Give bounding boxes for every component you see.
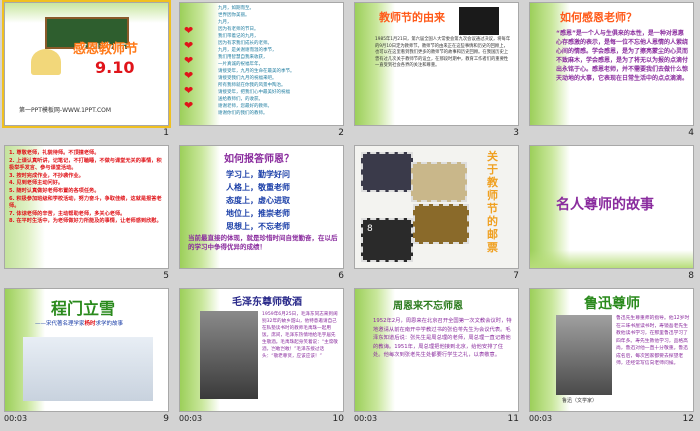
children-illustration [31,49,61,75]
slide-thumb-2[interactable]: ❤ ❤ ❤ ❤ ❤ ❤ 九月，如期而至。 世界因你美丽。 九月， 因为有老师的节日。 我们带着记的… [175,0,350,143]
slide-5[interactable]: 1. 尊敬老师，礼貌待师。不顶撞老师。 2. 上课认真听讲，记笔记，不打瞌睡，不做… [4,145,169,269]
slide-title: 周恩来不忘师恩 [393,301,463,312]
slide-thumb-6[interactable]: 如何报答师恩？ 学习上，勤学好问 人格上，敬重老师 态度上，虚心进取 地位上，推崇老师… [175,143,350,286]
stamp-image [361,152,413,192]
slide-body: “感恩”是一个人与生俱来的本性，是一种对恩惠心存感激的表示，是每一位不忘他人恩情… [556,30,689,82]
portrait-caption: 鲁迅（文学家） [562,398,598,404]
slide-number: 12 [682,414,694,424]
slide-number: 4 [688,128,694,138]
side-title: 关于教师节的邮票 [487,150,498,254]
slide-number: 9 [163,414,169,424]
slide-title: 鲁迅尊师 [584,296,640,312]
slide-number: 3 [513,128,519,138]
poem-text: 九月，如期而至。 世界因你美丽。 九月， 因为有老师的节日。 我们带着记的九月， 因为有求… [218,6,295,116]
slide-thumb-5[interactable]: 1. 尊敬老师，礼貌待师。不顶撞老师。 2. 上课认真听讲，记笔记，不打瞌睡，不做… [0,143,175,286]
slide-2[interactable]: ❤ ❤ ❤ ❤ ❤ ❤ 九月，如期而至。 世界因你美丽。 九月， 因为有老师的节日。 我们带着记的… [179,2,344,126]
slide-title: 名人尊师的故事 [556,197,654,213]
slide-thumb-1[interactable]: 感恩教师节 9.10 第一PPT模板网-WWW.1PPT.COM 1 [0,0,175,143]
slide-title: 如何感恩老师？ [560,11,637,24]
slide-subtitle: ——宋代著名理学家杨时求学的故事 [35,321,124,327]
tips-list: 1. 尊敬老师，礼貌待师。不顶撞老师。 2. 上课认真听讲，记笔记，不打瞌睡，不做… [9,150,162,225]
slide-footer: 第一PPT模板网-WWW.1PPT.COM [19,107,112,114]
slide-footer: 当前最直接的体现，就是珍惜时间自觉勤奋，在以后的学习中争得优异的成绩！ [188,234,338,251]
transition-time: 00:03 [354,414,378,423]
slide-thumb-4[interactable]: 如何感恩老师？ “感恩”是一个人与生俱来的本性，是一种对恩惠心存感激的表示，是每… [525,0,700,143]
slide-10[interactable]: 毛泽东尊师敬酒 1959年6月25日，毛泽东同志来到阔别32年的故乡韶山，他特意… [179,288,344,412]
photo-image [200,311,258,399]
slide-thumb-3[interactable]: 教师节的由来 1985年1月21日，第六届全国人大常委会第九次会议通过决议，将每… [350,0,525,143]
stamp-image [459,7,499,35]
transition-time: 00:03 [4,414,28,423]
slide-title: 感恩教师节 [73,42,139,57]
slide-number: 6 [338,271,344,281]
slide-thumb-11[interactable]: 周恩来不忘师恩 1952年2月，周恩来在北京召开全国第一次文教会议时，特地邀请从… [350,286,525,429]
slide-date: 9.10 [95,58,135,77]
slide-body: 1952年2月，周恩来在北京召开全国第一次文教会议时，特地邀请从前在南开中学教过… [373,318,512,358]
slide-thumb-9[interactable]: 程门立雪 ——宋代著名理学家杨时求学的故事 00:03 9 [0,286,175,429]
slide-title: 教师节的由来 [379,11,445,24]
slide-thumb-10[interactable]: 毛泽东尊师敬酒 1959年6月25日，毛泽东同志来到阔别32年的故乡韶山，他特意… [175,286,350,429]
slide-number: 1 [163,128,169,138]
slide-title: 如何报答师恩？ [224,154,294,165]
slide-thumb-7[interactable]: 8 关于教师节的邮票 7 [350,143,525,286]
slide-number: 8 [688,271,694,281]
slide-number: 11 [507,414,519,424]
slide-title: 程门立雪 [51,299,116,318]
slide-6[interactable]: 如何报答师恩？ 学习上，勤学好问 人格上，敬重老师 态度上，虚心进取 地位上，推崇老师… [179,145,344,269]
slide-4[interactable]: 如何感恩老师？ “感恩”是一个人与生俱来的本性，是一种对恩惠心存感激的表示，是每… [529,2,694,126]
slide-body: 1959年6月25日，毛泽东同志来到阔别32年的故乡韶山，他特意邀请自己在私塾读… [262,312,338,359]
slide-thumb-8[interactable]: 名人尊师的故事 8 [525,143,700,286]
slide-number: 2 [338,128,344,138]
slide-number: 5 [163,271,169,281]
portrait-image [556,315,612,395]
answer-lines: 学习上，勤学好问 人格上，敬重老师 态度上，虚心进取 地位上，推崇老师 思想上，不忘老师 [226,170,290,231]
slide-7[interactable]: 8 关于教师节的邮票 [354,145,519,269]
stamp-image [411,162,467,202]
slide-8[interactable]: 名人尊师的故事 [529,145,694,269]
slide-3[interactable]: 教师节的由来 1985年1月21日，第六届全国人大常委会第九次会议通过决议，将每… [354,2,519,126]
slide-12[interactable]: 鲁迅尊师 鲁迅（文学家） 鲁迅先生尊重师的指导。他12岁时在三味书屋读书时，寿镜… [529,288,694,412]
transition-time: 00:03 [179,414,203,423]
slide-body: 鲁迅先生尊重师的指导。他12岁时在三味书屋读书时，寿镜吾老先生教他读书学习，在那… [616,316,690,366]
slide-1[interactable]: 感恩教师节 9.10 第一PPT模板网-WWW.1PPT.COM [2,0,171,128]
slide-number: 10 [332,414,344,424]
slide-11[interactable]: 周恩来不忘师恩 1952年2月，周恩来在北京召开全国第一次文教会议时，特地邀请从… [354,288,519,412]
slide-title: 毛泽东尊师敬酒 [232,297,302,308]
stamp-image: 8 [361,218,413,262]
transition-time: 00:03 [529,414,553,423]
slide-number: 7 [513,271,519,281]
slide-9[interactable]: 程门立雪 ——宋代著名理学家杨时求学的故事 [4,288,169,412]
snow-scene-image [23,337,153,401]
stamp-image [413,204,469,244]
slide-body: 1985年1月21日，第六届全国人大常委会第九次会议通过决议，将每年的9月10日… [375,37,511,68]
slide-thumb-12[interactable]: 鲁迅尊师 鲁迅（文学家） 鲁迅先生尊重师的指导。他12岁时在三味书屋读书时，寿镜… [525,286,700,429]
